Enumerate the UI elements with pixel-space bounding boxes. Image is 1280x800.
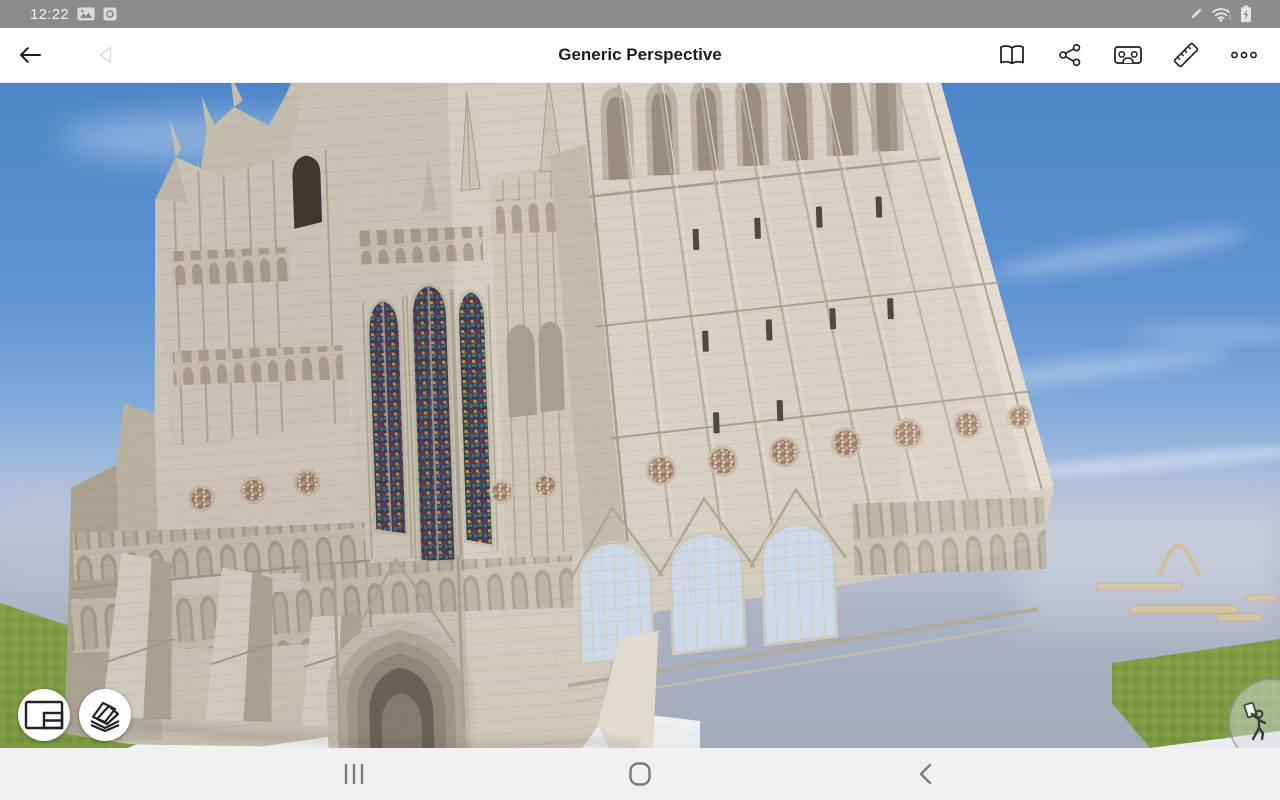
bookmarks-icon (1000, 45, 1024, 65)
bookmarks-button[interactable] (988, 31, 1036, 79)
app-screen: 12:22 Generic Perspective (0, 0, 1280, 800)
status-time: 12:22 (30, 5, 70, 23)
vr-cardboard-button[interactable] (1104, 31, 1152, 79)
status-bar: 12:22 (0, 0, 1280, 28)
layout-sheets-button[interactable] (18, 689, 70, 741)
recent-apps-icon (344, 763, 364, 785)
battery-charging-icon (1241, 5, 1251, 23)
recent-apps-button[interactable] (332, 752, 376, 796)
model-viewport[interactable] (0, 83, 1280, 748)
status-bar-left: 12:22 (0, 6, 117, 23)
previous-view-button[interactable] (82, 31, 130, 79)
back-nav-button[interactable] (904, 752, 948, 796)
navigation-bar (0, 748, 1280, 800)
screen-record-notification-icon (103, 7, 117, 21)
measure-button[interactable] (1162, 31, 1210, 79)
back-icon (919, 763, 932, 785)
sheet-stack-button[interactable] (79, 689, 131, 741)
measure-icon (1173, 42, 1199, 68)
more-options-button[interactable] (1220, 31, 1268, 79)
stylus-icon (1191, 8, 1202, 19)
status-bar-right (1188, 5, 1280, 23)
share-button[interactable] (1046, 31, 1094, 79)
image-notification-icon (77, 7, 95, 21)
scene-3d-render (0, 83, 1280, 748)
wifi-icon (1212, 8, 1231, 22)
toolbar-actions (988, 31, 1280, 79)
back-arrow-icon (20, 47, 41, 63)
previous-view-icon (99, 46, 112, 64)
home-icon (629, 762, 651, 786)
more-options-icon (1231, 51, 1257, 59)
home-button[interactable] (618, 752, 662, 796)
sheet-stack-icon (90, 701, 120, 733)
layout-sheet-icon (24, 700, 64, 730)
back-button[interactable] (6, 31, 54, 79)
toolbar: Generic Perspective (0, 28, 1280, 83)
walking-person-icon (1243, 701, 1267, 741)
vr-cardboard-icon (1114, 46, 1142, 64)
share-icon (1059, 43, 1081, 67)
